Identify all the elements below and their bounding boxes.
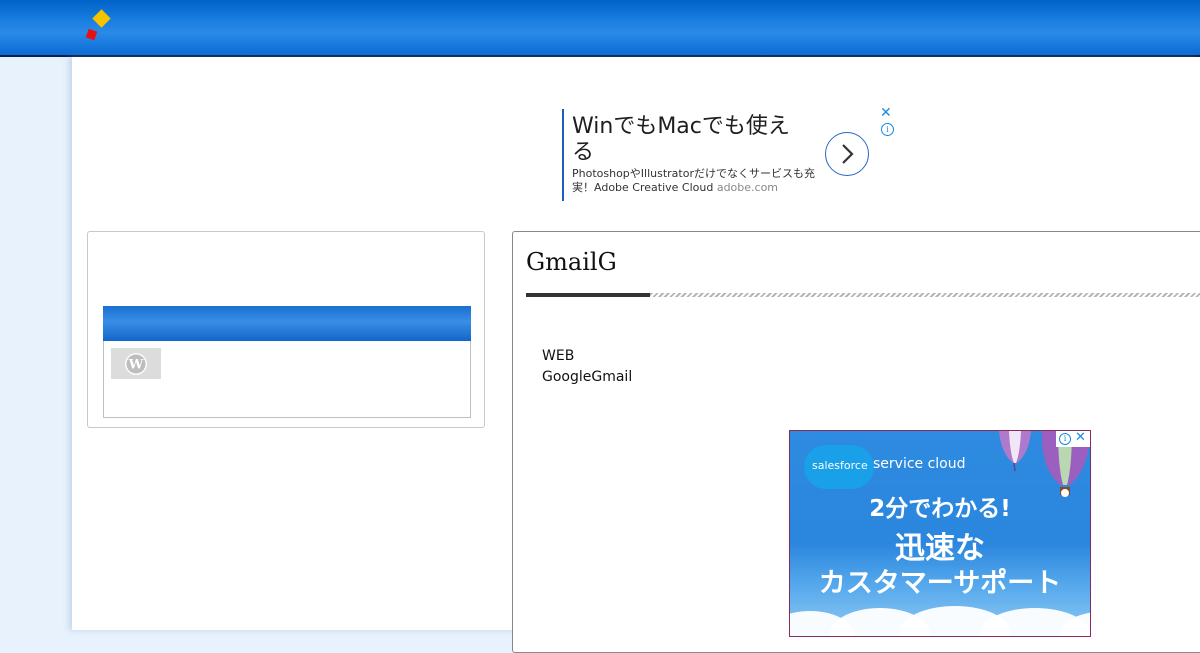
ad-close-icon[interactable]: ✕: [880, 106, 892, 120]
sidebar-post-box: W: [103, 306, 471, 418]
article-title: GmailG: [526, 248, 617, 276]
site-logo[interactable]: [84, 8, 116, 44]
top-ad-banner[interactable]: WinでもMacでも使える PhotoshopやIllustratorだけでなく…: [562, 106, 898, 202]
ad-accent-bar: [562, 109, 564, 201]
ad-line-3: カスタマーサポート: [818, 568, 1062, 599]
ad-choices-badges: i ✕: [1056, 431, 1090, 447]
ad-info-icon[interactable]: i: [1059, 433, 1071, 445]
logo-yellow-diamond: [92, 9, 111, 28]
article-line: GoogleGmail: [542, 369, 633, 385]
logo-red-square: [85, 28, 98, 41]
site-header: [0, 0, 1200, 57]
post-thumbnail[interactable]: W: [111, 348, 161, 379]
ad-close-icon[interactable]: ✕: [1075, 431, 1086, 445]
article-line: WEB: [542, 348, 575, 364]
salesforce-brand: salesforce: [812, 459, 868, 472]
ad-info-icon[interactable]: i: [881, 123, 894, 136]
salesforce-ad[interactable]: salesforce service cloud 2分でわかる! 迅速な カスタ…: [789, 430, 1091, 637]
title-divider: [526, 293, 1200, 297]
ad-description: PhotoshopやIllustratorだけでなくサービスも充実！Adobe …: [572, 167, 820, 195]
service-cloud-label: service cloud: [873, 456, 966, 472]
ad-line-1: 2分でわかる!: [869, 496, 1011, 522]
balloon-icon: [999, 431, 1031, 472]
chevron-right-icon: [842, 144, 854, 164]
ad-headline[interactable]: WinでもMacでも使える: [572, 114, 792, 166]
clouds-decoration: [790, 606, 1090, 636]
sidebar-widget: W: [87, 231, 485, 428]
ad-domain[interactable]: adobe.com: [717, 181, 778, 194]
svg-text:W: W: [128, 358, 144, 373]
article-body: WEB GoogleGmail: [542, 346, 632, 388]
ad-open-button[interactable]: [825, 132, 869, 176]
wordpress-icon: W: [125, 353, 147, 375]
ad-description-text: PhotoshopやIllustratorだけでなくサービスも充実！Adobe …: [572, 167, 815, 194]
title-divider-accent: [526, 293, 650, 297]
sidebar-title-bar: [103, 306, 471, 341]
article-card: GmailG WEB GoogleGmail salesforce servic…: [512, 231, 1200, 653]
